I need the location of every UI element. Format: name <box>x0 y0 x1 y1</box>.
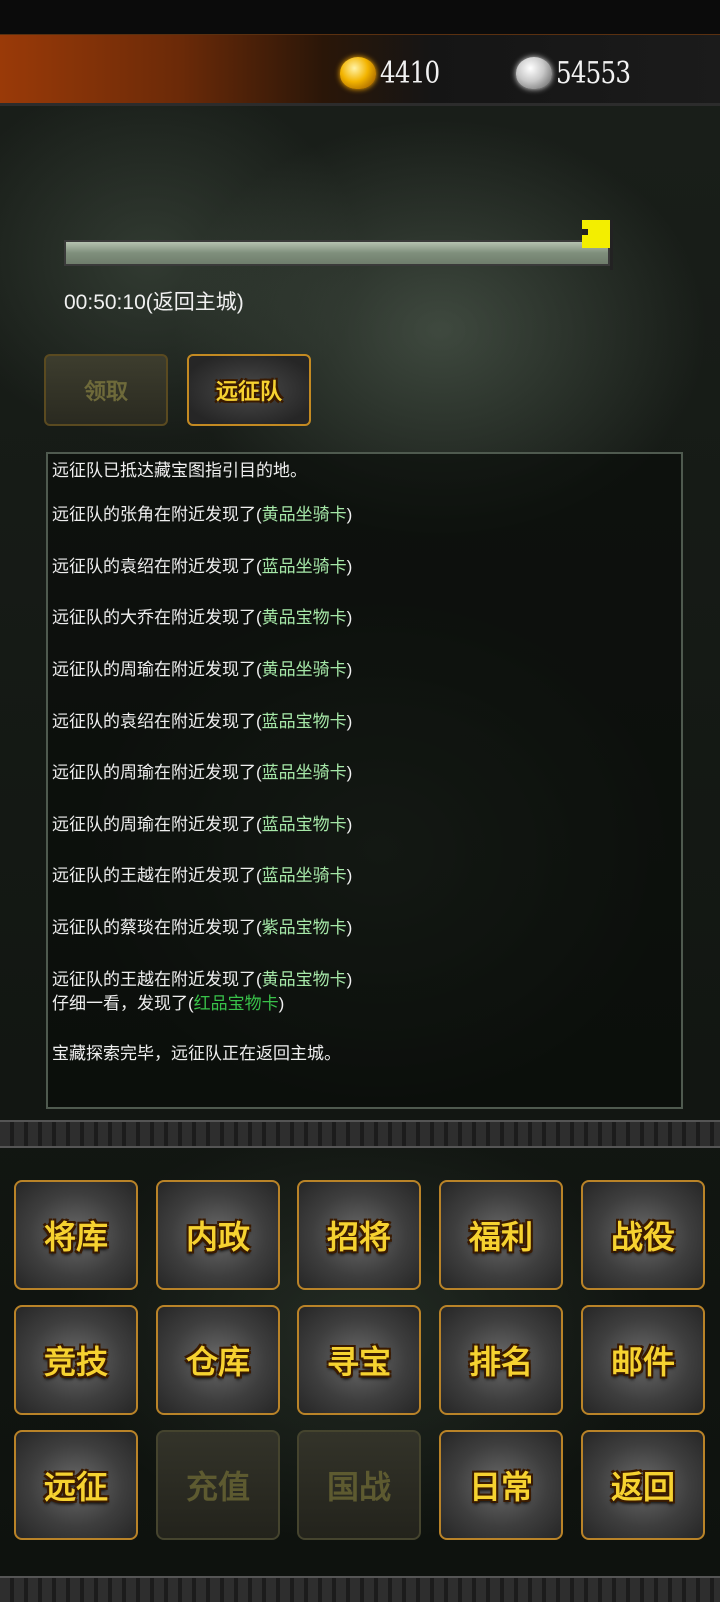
menu-button-recruit[interactable]: 招将 <box>297 1180 421 1290</box>
menu-button-mail[interactable]: 邮件 <box>581 1305 705 1415</box>
silver-amount: 54553 <box>556 55 631 91</box>
log-line: 远征队的周瑜在附近发现了(蓝品坐骑卡) <box>52 763 353 782</box>
log-line: 远征队的蔡琰在附近发现了(紫品宝物卡) <box>52 918 353 937</box>
log-line: 远征队的大乔在附近发现了(黄品宝物卡) <box>52 608 353 627</box>
log-line: 仔细一看，发现了(红品宝物卡) <box>52 994 285 1013</box>
bottom-border <box>0 1576 720 1602</box>
log-line: 远征队的张角在附近发现了(黄品坐骑卡) <box>52 505 353 524</box>
menu-button-generals[interactable]: 将库 <box>14 1180 138 1290</box>
menu-button-welfare[interactable]: 福利 <box>439 1180 563 1290</box>
flag-marker-icon <box>582 220 613 270</box>
menu-button-arena[interactable]: 竞技 <box>14 1305 138 1415</box>
gold-currency: 4410 <box>340 53 452 93</box>
menu-button-treasure-hunt[interactable]: 寻宝 <box>297 1305 421 1415</box>
silver-currency: 54553 <box>516 53 646 93</box>
menu-button-internal-affairs[interactable]: 内政 <box>156 1180 280 1290</box>
expedition-log[interactable]: 远征队已抵达藏宝图指引目的地。 远征队的张角在附近发现了(黄品坐骑卡) 远征队的… <box>46 452 683 1109</box>
ornamental-divider <box>0 1120 720 1148</box>
menu-button-warehouse[interactable]: 仓库 <box>156 1305 280 1415</box>
log-line: 远征队的周瑜在附近发现了(黄品坐骑卡) <box>52 660 353 679</box>
silver-ingot-icon <box>516 57 552 89</box>
progress-fill <box>66 242 608 264</box>
menu-button-expedition[interactable]: 远征 <box>14 1430 138 1540</box>
expedition-team-button[interactable]: 远征队 <box>187 354 311 426</box>
menu-button-recharge[interactable]: 充值 <box>156 1430 280 1540</box>
log-line: 远征队已抵达藏宝图指引目的地。 <box>52 461 307 480</box>
menu-button-back[interactable]: 返回 <box>581 1430 705 1540</box>
menu-button-ranking[interactable]: 排名 <box>439 1305 563 1415</box>
progress-timer: 00:50:10(返回主城) <box>64 291 244 314</box>
expedition-progress-bar <box>64 240 610 266</box>
log-line: 远征队的王越在附近发现了(黄品宝物卡) <box>52 970 353 989</box>
log-line: 远征队的周瑜在附近发现了(蓝品宝物卡) <box>52 815 353 834</box>
menu-button-campaign[interactable]: 战役 <box>581 1180 705 1290</box>
log-line: 远征队的王越在附近发现了(蓝品坐骑卡) <box>52 866 353 885</box>
menu-button-daily[interactable]: 日常 <box>439 1430 563 1540</box>
log-line: 宝藏探索完毕，远征队正在返回主城。 <box>52 1044 341 1063</box>
log-line: 远征队的袁绍在附近发现了(蓝品宝物卡) <box>52 712 353 731</box>
gold-ingot-icon <box>340 57 376 89</box>
resource-header: 4410 54553 <box>0 34 720 106</box>
gold-amount: 4410 <box>380 55 440 91</box>
menu-button-nation-war[interactable]: 国战 <box>297 1430 421 1540</box>
log-line: 远征队的袁绍在附近发现了(蓝品坐骑卡) <box>52 557 353 576</box>
claim-button[interactable]: 领取 <box>44 354 168 426</box>
status-strip <box>0 0 720 36</box>
